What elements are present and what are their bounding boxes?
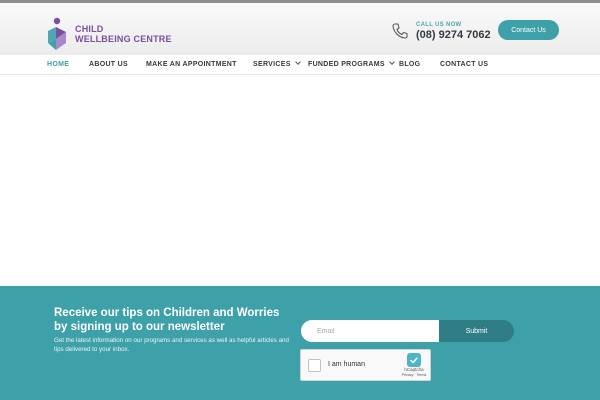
phone-number[interactable]: (08) 9274 7062 [416, 29, 491, 41]
nav-item-label: MAKE AN APPOINTMENT [146, 61, 237, 68]
newsletter-title: Receive our tips on Children and Worries… [54, 307, 280, 333]
nav-item-contact-us[interactable]: CONTACT US [440, 55, 488, 75]
logo-text: CHILD WELLBEING CENTRE [75, 24, 172, 44]
nav-item-label: HOME [47, 61, 70, 68]
nav-item-label: ABOUT US [89, 61, 128, 68]
site-header: CHILD WELLBEING CENTRE CALL US NOW (08) … [0, 3, 600, 55]
nav-item-home[interactable]: HOME [47, 55, 69, 75]
call-caption: CALL US NOW [416, 21, 462, 28]
nav-item-label: FUNDED PROGRAMS [308, 61, 385, 68]
nav-item-about-us[interactable]: ABOUT US [89, 55, 128, 75]
captcha-brand: hCaptcha [404, 367, 424, 372]
submit-button[interactable]: Submit [439, 320, 514, 342]
nav-item-label: SERVICES [253, 61, 291, 68]
captcha-checkbox[interactable] [308, 359, 321, 372]
newsletter-description: Get the latest information on our progra… [54, 337, 289, 353]
chevron-down-icon [294, 59, 301, 65]
phone-block[interactable]: CALL US NOW (08) 9274 7062 [390, 21, 491, 41]
captcha-label: I am human [328, 361, 365, 368]
captcha-widget: I am human hCaptcha Privacy · Terms [300, 349, 431, 381]
logo-line-2: WELLBEING CENTRE [75, 34, 172, 44]
nav-item-label: BLOG [399, 61, 421, 68]
main-nav: HOME ABOUT US MAKE AN APPOINTMENT SERVIC… [0, 55, 600, 75]
email-input[interactable] [301, 320, 439, 342]
chevron-down-icon [389, 59, 395, 65]
phone-icon [392, 23, 408, 39]
nav-item-funded-programs[interactable]: FUNDED PROGRAMS [308, 55, 395, 75]
logo-mark-icon [48, 17, 66, 50]
nav-item-blog[interactable]: BLOG [399, 55, 420, 75]
nav-item-services[interactable]: SERVICES [253, 55, 301, 75]
nav-item-label: CONTACT US [440, 61, 489, 68]
nav-item-make-an-appointment[interactable]: MAKE AN APPOINTMENT [146, 55, 237, 75]
captcha-links[interactable]: Privacy · Terms [398, 373, 430, 377]
contact-us-button[interactable]: Contact Us [498, 20, 559, 40]
phone-text: CALL US NOW (08) 9274 7062 [416, 22, 491, 41]
hcaptcha-logo-icon [407, 353, 421, 367]
logo-line-1: CHILD [75, 24, 104, 34]
site-logo[interactable]: CHILD WELLBEING CENTRE [46, 17, 196, 51]
